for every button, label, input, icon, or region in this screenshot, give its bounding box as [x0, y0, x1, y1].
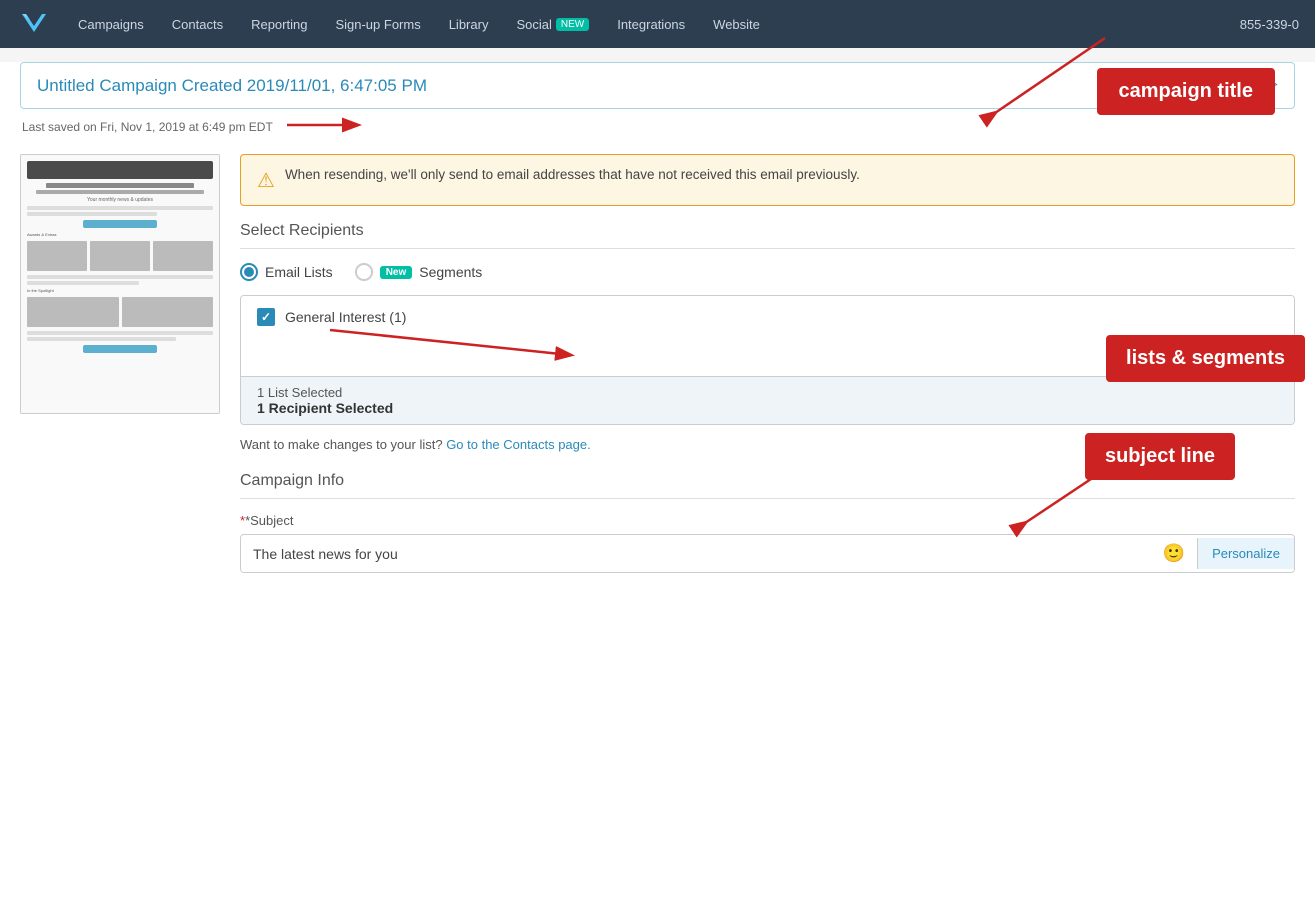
segments-option[interactable]: New Segments: [355, 263, 483, 281]
last-saved-text: Last saved on Fri, Nov 1, 2019 at 6:49 p…: [22, 113, 1295, 140]
form-panel: ⚠ When resending, we'll only send to ema…: [240, 148, 1295, 573]
subject-label: **Subject: [240, 513, 1295, 528]
nav-library[interactable]: Library: [435, 0, 503, 48]
preview-btn-2: [83, 345, 157, 353]
email-preview-panel: Your monthly news & updates Awards & Ext…: [20, 154, 220, 573]
general-interest-label: General Interest (1): [285, 309, 406, 325]
subject-field-area: **Subject 🙂 Personalize subject line: [240, 513, 1295, 573]
lists-segments-annotation: lists & segments: [1106, 335, 1305, 382]
campaign-title-annotation: campaign title: [1097, 68, 1275, 115]
preview-text-4: [27, 281, 139, 285]
preview-text-3: [27, 275, 213, 279]
general-interest-checkbox[interactable]: [257, 308, 275, 326]
subject-input-row[interactable]: 🙂 Personalize: [240, 534, 1295, 573]
email-preview: Your monthly news & updates Awards & Ext…: [20, 154, 220, 414]
personalize-button[interactable]: Personalize: [1197, 538, 1294, 569]
email-lists-option[interactable]: Email Lists: [240, 263, 333, 281]
contacts-page-link[interactable]: Go to the Contacts page.: [446, 437, 591, 452]
general-interest-item[interactable]: General Interest (1): [257, 308, 1278, 326]
main-content: Untitled Campaign Created 2019/11/01, 6:…: [0, 62, 1315, 917]
subject-line-annotation: subject line: [1085, 433, 1235, 480]
campaign-title[interactable]: Untitled Campaign Created 2019/11/01, 6:…: [37, 76, 427, 96]
list-selection-area: General Interest (1) 1 List Selected 1 R…: [240, 295, 1295, 425]
preview-img-3: [153, 241, 213, 271]
logo[interactable]: [16, 6, 52, 42]
segments-radio[interactable]: [355, 263, 373, 281]
section-divider-2: [240, 498, 1295, 499]
recipient-type-options: Email Lists New Segments: [240, 263, 1295, 281]
subject-input[interactable]: [241, 536, 1151, 572]
preview-text-2: [27, 212, 157, 216]
select-recipients-section: Select Recipients Email Lists New Segmen…: [240, 222, 1295, 425]
warning-icon: ⚠: [257, 168, 275, 193]
email-lists-radio[interactable]: [240, 263, 258, 281]
segments-label: Segments: [419, 264, 482, 280]
list-count: 1 List Selected: [257, 385, 1278, 400]
preview-title: [46, 183, 195, 188]
nav-integrations[interactable]: Integrations: [603, 0, 699, 48]
preview-btn-1: [83, 220, 157, 228]
nav-website[interactable]: Website: [699, 0, 774, 48]
segments-new-badge: New: [380, 266, 413, 279]
warning-text: When resending, we'll only send to email…: [285, 167, 860, 182]
preview-img-row-1: [27, 241, 213, 271]
preview-img-5: [122, 297, 214, 327]
emoji-button[interactable]: 🙂: [1151, 535, 1197, 572]
preview-text-5: [27, 331, 213, 335]
preview-inner: Your monthly news & updates Awards & Ext…: [21, 155, 219, 363]
preview-img-4: [27, 297, 119, 327]
warning-banner: ⚠ When resending, we'll only send to ema…: [240, 154, 1295, 206]
email-lists-label: Email Lists: [265, 264, 333, 280]
new-badge: NEW: [556, 18, 589, 31]
nav-social[interactable]: Social NEW: [502, 0, 603, 48]
preview-header: [27, 161, 213, 179]
preview-img-1: [27, 241, 87, 271]
content-area: Your monthly news & updates Awards & Ext…: [0, 148, 1315, 573]
recipient-count: 1 Recipient Selected: [257, 400, 1278, 416]
arrow-to-title: [287, 113, 367, 137]
select-recipients-title: Select Recipients: [240, 222, 1295, 240]
section-divider-1: [240, 248, 1295, 249]
phone-number: 855-339-0: [1240, 17, 1299, 32]
campaign-info-section: Campaign Info **Subject 🙂 Personalize su…: [240, 472, 1295, 573]
preview-sub: [36, 190, 203, 194]
nav-reporting[interactable]: Reporting: [237, 0, 321, 48]
nav-campaigns[interactable]: Campaigns: [64, 0, 158, 48]
nav-signup-forms[interactable]: Sign-up Forms: [321, 0, 434, 48]
preview-img-2: [90, 241, 150, 271]
list-summary: 1 List Selected 1 Recipient Selected: [241, 376, 1294, 424]
preview-text-6: [27, 337, 176, 341]
navigation: Campaigns Contacts Reporting Sign-up For…: [0, 0, 1315, 48]
preview-text-1: [27, 206, 213, 210]
preview-img-row-2: [27, 297, 213, 327]
nav-contacts[interactable]: Contacts: [158, 0, 237, 48]
